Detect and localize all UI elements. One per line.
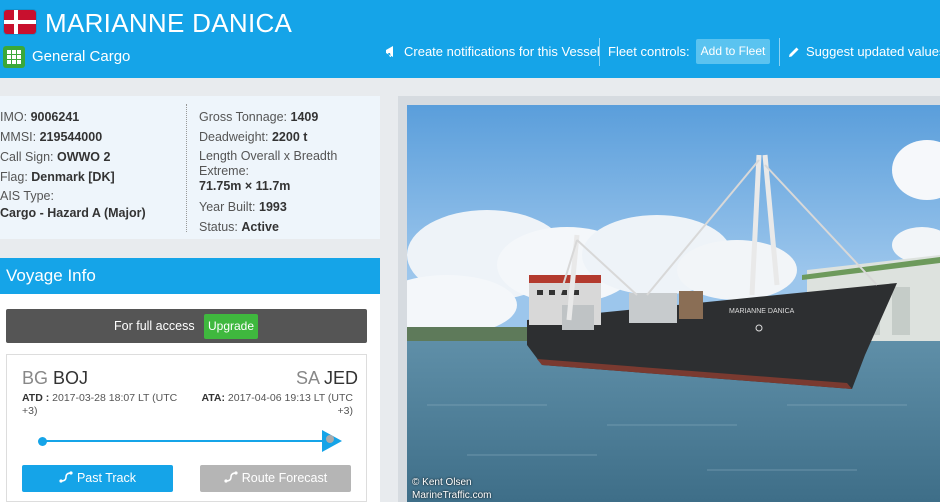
create-notifications-link[interactable]: Create notifications for this Vessel — [385, 44, 600, 59]
vessel-details-card: IMO: 9006241 MMSI: 219544000 Call Sign: … — [0, 96, 380, 239]
ata-value: 2017-04-06 19:13 LT — [227, 392, 325, 404]
hull-name-text: MARIANNE DANICA — [729, 308, 795, 315]
add-to-fleet-button[interactable]: Add to Fleet — [696, 39, 770, 64]
photo-credit: © Kent Olsen MarineTraffic.com — [412, 476, 491, 502]
call-sign-label: Call Sign: — [0, 150, 54, 164]
vessel-name: MARIANNE DANICA — [45, 8, 293, 38]
atd-label: ATD : — [22, 392, 50, 404]
suggest-values-link[interactable]: Suggest updated values — [788, 44, 940, 59]
mmsi-value: 219544000 — [39, 130, 103, 144]
departure-time: ATD : 2017-03-28 18:07 LT (UTC +3) — [22, 392, 187, 418]
past-track-button[interactable]: Past Track — [22, 465, 173, 492]
dimensions-label: Length Overall x Breadth Extreme: — [199, 149, 338, 178]
ata-label: ATA: — [201, 392, 225, 404]
create-notifications-label: Create notifications for this Vessel — [404, 44, 600, 59]
ais-type-value: Cargo - Hazard A (Major) — [0, 206, 146, 220]
full-access-bar: For full access — [6, 309, 367, 343]
details-right-column: Gross Tonnage: 1409 Deadweight: 2200 t L… — [199, 107, 379, 237]
full-access-text: For full access — [114, 319, 195, 333]
gross-tonnage-row: Gross Tonnage: 1409 — [199, 107, 379, 127]
status-label: Status: — [199, 220, 238, 234]
atd-value: 2017-03-28 18:07 LT — [52, 392, 150, 404]
vessel-type: General Cargo — [32, 48, 131, 65]
year-built-label: Year Built: — [199, 200, 256, 214]
header-divider — [599, 38, 600, 66]
vessel-header: MARIANNE DANICA General Cargo Create not… — [0, 0, 940, 78]
route-icon — [224, 471, 238, 483]
ais-type-label: AIS Type: — [0, 189, 54, 203]
megaphone-icon — [386, 46, 393, 57]
route-forecast-label: Route Forecast — [241, 471, 328, 485]
year-built-value: 1993 — [259, 200, 287, 214]
vessel-photo-image: MARIANNE DANICA — [407, 105, 940, 502]
deadweight-row: Deadweight: 2200 t — [199, 127, 379, 147]
imo-value: 9006241 — [30, 110, 80, 124]
arrival-time: ATA: 2017-04-06 19:13 LT (UTC +3) — [196, 392, 353, 418]
flag-row: Flag: Denmark [DK] — [0, 167, 180, 187]
header-divider — [779, 38, 780, 66]
arrival-country-code: SA — [296, 368, 320, 388]
status-value: Active — [241, 220, 279, 234]
arrival-port-code: JED — [324, 368, 359, 388]
departure-country-code: BG — [22, 368, 49, 388]
departure-dot — [38, 437, 47, 446]
flag-label: Flag: — [0, 170, 28, 184]
suggest-values-label: Suggest updated values — [806, 44, 940, 59]
ata-utc: (UTC +3) — [327, 392, 353, 417]
deadweight-label: Deadweight: — [199, 130, 269, 144]
call-sign-value: OWWO 2 — [56, 150, 111, 164]
voyage-progress-line — [42, 440, 327, 442]
gross-tonnage-value: 1409 — [290, 110, 319, 124]
vessel-photo[interactable]: MARIANNE DANICA — [407, 105, 940, 502]
photo-credit-site: MarineTraffic.com — [412, 490, 492, 501]
gross-tonnage-label: Gross Tonnage: — [199, 110, 288, 124]
details-divider — [186, 104, 187, 232]
imo-row: IMO: 9006241 — [0, 107, 180, 127]
upgrade-button[interactable]: Upgrade — [204, 314, 258, 339]
grid-icon — [3, 46, 25, 68]
dimensions-value: 71.75m × 11.7m — [199, 179, 291, 193]
departure-port-code: BOJ — [53, 368, 89, 388]
imo-label: IMO: — [0, 110, 28, 124]
photo-credit-author: © Kent Olsen — [412, 477, 472, 488]
ais-type-row: AIS Type: Cargo - Hazard A (Major) — [0, 187, 180, 222]
arrival-port: SA JED — [296, 368, 358, 389]
route-forecast-button[interactable]: Route Forecast — [200, 465, 351, 492]
denmark-flag-icon — [4, 10, 36, 34]
flag-value: Denmark [DK] — [31, 170, 115, 184]
dimensions-row: Length Overall x Breadth Extreme: 71.75m … — [199, 147, 379, 197]
status-row: Status: Active — [199, 217, 379, 237]
voyage-info-title: Voyage Info — [0, 258, 380, 294]
mmsi-row: MMSI: 219544000 — [0, 127, 180, 147]
year-built-row: Year Built: 1993 — [199, 197, 379, 217]
details-left-column: IMO: 9006241 MMSI: 219544000 Call Sign: … — [0, 107, 180, 222]
arrival-dot — [326, 435, 334, 443]
fleet-controls-label: Fleet controls: — [608, 44, 690, 59]
past-track-label: Past Track — [76, 471, 137, 485]
call-sign-row: Call Sign: OWWO 2 — [0, 147, 180, 167]
route-icon — [59, 471, 73, 483]
pencil-icon — [789, 47, 799, 57]
departure-port: BG BOJ — [22, 368, 88, 389]
mmsi-label: MMSI: — [0, 130, 37, 144]
deadweight-value: 2200 t — [271, 130, 308, 144]
